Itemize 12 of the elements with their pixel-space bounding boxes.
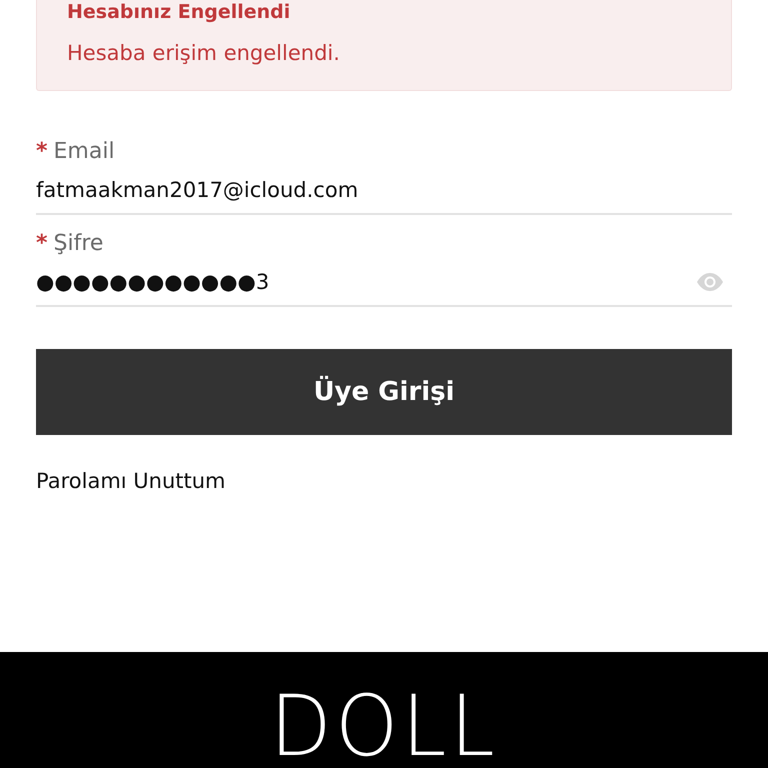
login-button[interactable]: Üye Girişi <box>36 349 732 435</box>
email-field[interactable]: fatmaakman2017@icloud.com <box>36 167 732 215</box>
field-label: Email <box>54 138 115 166</box>
field-label: Şifre <box>54 230 104 258</box>
required-asterisk: * <box>36 230 48 258</box>
eye-icon[interactable] <box>696 272 724 292</box>
alert-message: Hesaba erişim engellendi. <box>67 40 341 67</box>
forgot-password-link[interactable]: Parolamı Unuttum <box>36 469 226 493</box>
alert-title: Hesabınız Engellendi <box>67 0 292 24</box>
password-field[interactable]: ●●●●●●●●●●●●3 <box>36 259 696 305</box>
brand-logo: DOLL <box>270 684 498 768</box>
required-asterisk: * <box>36 138 48 166</box>
